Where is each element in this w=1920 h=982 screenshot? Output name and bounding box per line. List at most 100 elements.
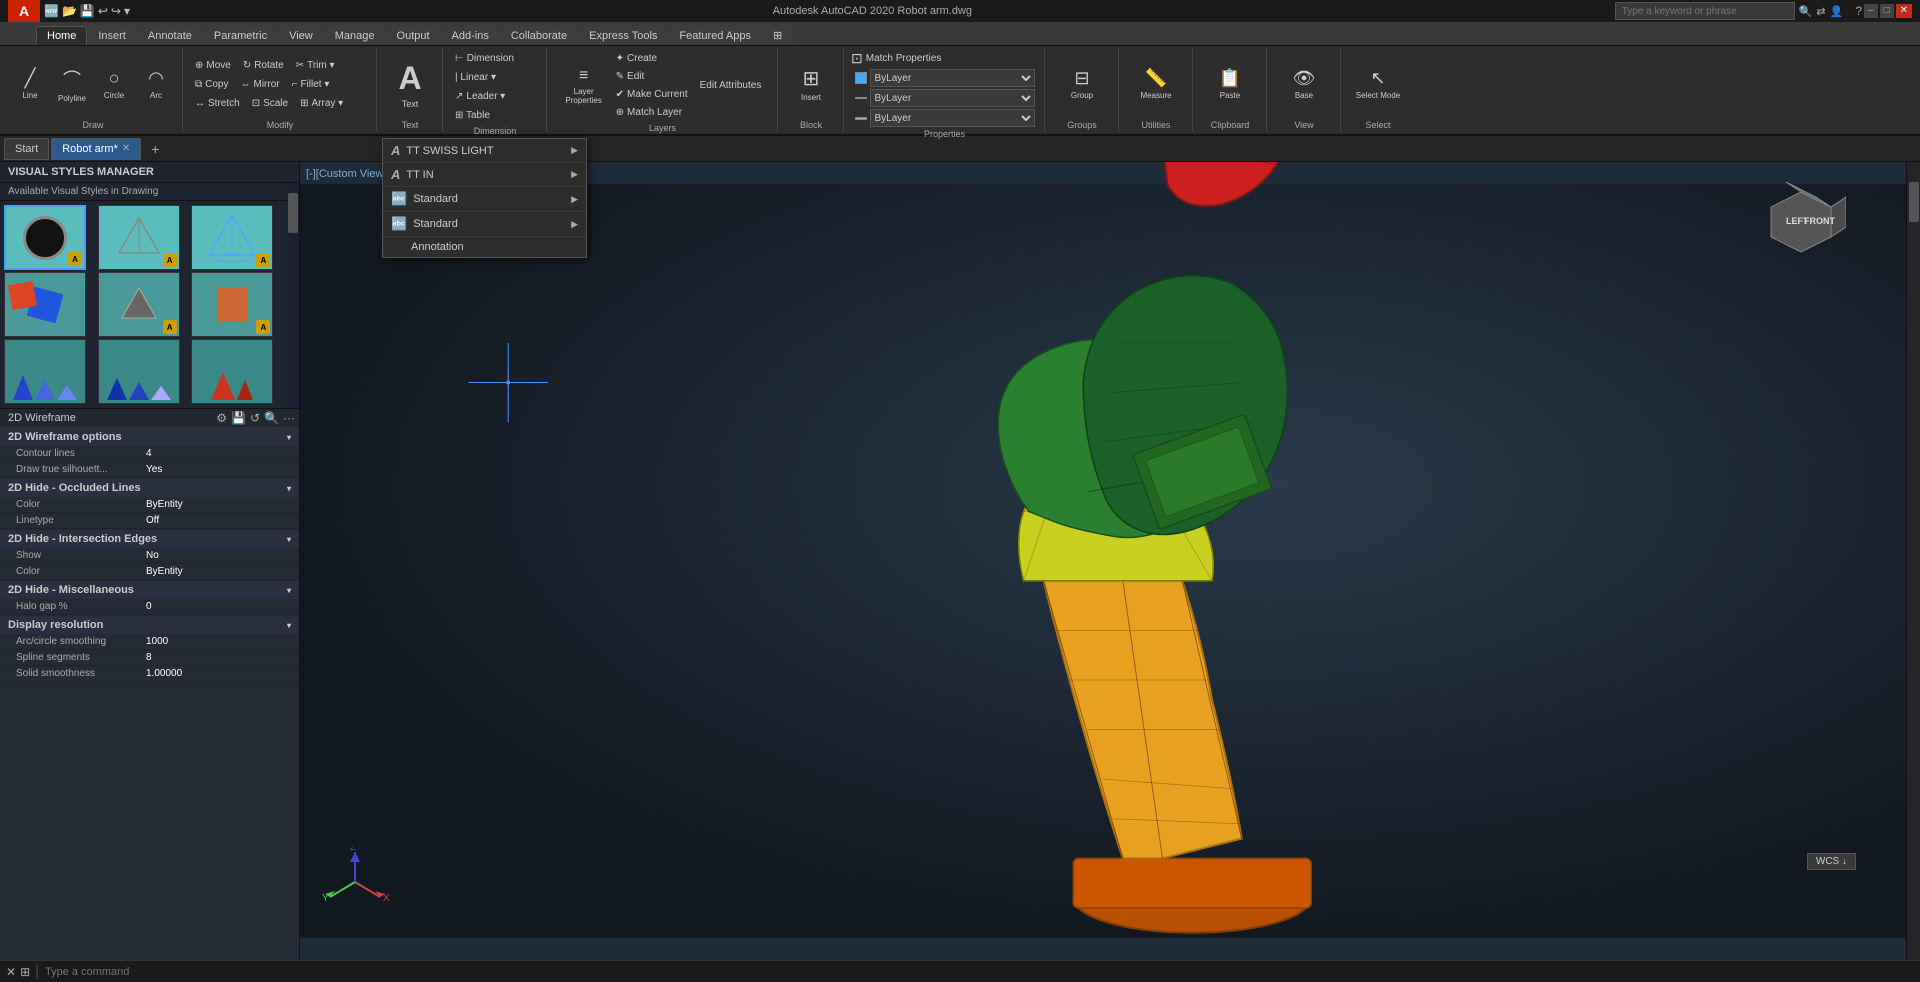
layer-properties-button[interactable]: ≡ Layer Properties [559, 56, 609, 116]
layers-make-current-button[interactable]: ✔ Make Current [611, 86, 693, 103]
edit-attrs-button[interactable]: Edit Attributes [695, 77, 767, 94]
modify-mirror-button[interactable]: ⇔ Mirror [236, 76, 285, 93]
modify-scale-button[interactable]: ⊡ Scale [247, 95, 293, 112]
search-input[interactable] [1615, 2, 1795, 20]
style-item-8[interactable] [98, 339, 180, 404]
tab-manage[interactable]: Manage [324, 26, 386, 45]
tab-collaborate[interactable]: Collaborate [500, 26, 578, 45]
prop-intersection-show: Show No [0, 548, 299, 564]
tab-addins[interactable]: Add-ins [441, 26, 500, 45]
navcube[interactable]: LEFT FRONT [1756, 182, 1846, 272]
style-item-7[interactable] [4, 339, 86, 404]
modify-trim-button[interactable]: ✂ Trim ▾ [291, 57, 340, 74]
font-item-standard-2[interactable]: 🔤 Standard ▶ [383, 212, 586, 237]
panel-settings-icon[interactable]: ⚙ [216, 411, 227, 425]
table-button[interactable]: ⊞ Table [450, 107, 540, 124]
panel-save-icon[interactable]: 💾 [231, 411, 246, 425]
maximize-button[interactable]: □ [1880, 4, 1894, 18]
undo-button[interactable]: ↩ [98, 4, 108, 18]
save-button[interactable]: 💾 [80, 4, 95, 18]
close-button[interactable]: ✕ [1896, 4, 1912, 18]
bylayer-select-2[interactable]: ByLayer [870, 89, 1035, 107]
modify-fillet-button[interactable]: ⌐ Fillet ▾ [287, 76, 335, 93]
panel-dots-icon[interactable]: ··· [283, 411, 295, 425]
select-mode-button[interactable]: ↖ Select Mode [1348, 52, 1408, 116]
modify-array-button[interactable]: ⊞ Array ▾ [295, 95, 348, 112]
app-button[interactable]: A [8, 0, 40, 22]
tab-close-button[interactable]: ✕ [122, 143, 130, 154]
draw-polyline-button[interactable]: ⌒ Polyline [52, 54, 92, 114]
tab-home[interactable]: Home [36, 26, 87, 45]
modify-stretch-button[interactable]: ↔ Stretch [190, 95, 245, 112]
style-item-3[interactable]: A [191, 205, 273, 270]
viewport[interactable]: [-][Custom View] [300, 162, 1906, 960]
style-item-5[interactable]: A [98, 272, 180, 337]
font-item-tt-swiss[interactable]: A TT SWISS LIGHT ▶ [383, 139, 586, 163]
wcs-label[interactable]: WCS ↓ [1807, 853, 1856, 870]
cmdline-expand-icon[interactable]: ⊞ [20, 965, 30, 979]
tab-featured[interactable]: Featured Apps [668, 26, 762, 45]
style-item-1[interactable]: A [4, 205, 86, 270]
section-display-header[interactable]: Display resolution ▾ [0, 616, 299, 634]
style-item-2[interactable]: A [98, 205, 180, 270]
section-occluded-header[interactable]: 2D Hide - Occluded Lines ▾ [0, 479, 299, 497]
font-item-standard-1[interactable]: 🔤 Standard ▶ [383, 187, 586, 212]
help-button[interactable]: ? [1855, 4, 1862, 18]
panel-search-icon[interactable]: 🔍 [264, 411, 279, 425]
search-icon[interactable]: 🔍 [1799, 5, 1813, 18]
tab-express[interactable]: Express Tools [578, 26, 668, 45]
dimension-button[interactable]: ⊢ Dimension [450, 50, 540, 67]
group-button[interactable]: ⊟ Group [1052, 52, 1112, 116]
layers-edit-button[interactable]: ✎ Edit [611, 68, 693, 85]
annotation-item[interactable]: Annotation [383, 237, 586, 257]
paste-button[interactable]: 📋 Paste [1200, 52, 1260, 116]
tab-output[interactable]: Output [386, 26, 441, 45]
modify-rotate-button[interactable]: ↻ Rotate [238, 57, 289, 74]
minimize-button[interactable]: – [1864, 4, 1878, 18]
layers-create-button[interactable]: ✦ Create [611, 50, 693, 67]
style-item-4[interactable] [4, 272, 86, 337]
user-icon[interactable]: 👤 [1830, 5, 1844, 18]
tab-annotate[interactable]: Annotate [137, 26, 203, 45]
tab-parametric[interactable]: Parametric [203, 26, 278, 45]
redo-button[interactable]: ↪ [111, 4, 121, 18]
exchange-icon[interactable]: ⇄ [1816, 5, 1825, 18]
section-wireframe-options-header[interactable]: 2D Wireframe options ▾ [0, 428, 299, 446]
new-button[interactable]: 🆕 [44, 4, 59, 18]
font-item-tt-in[interactable]: A TT IN ▶ [383, 163, 586, 187]
leader-button[interactable]: ↗ Leader ▾ [450, 88, 540, 105]
tab-view[interactable]: View [278, 26, 324, 45]
insert-button[interactable]: ⊞ Insert [785, 52, 837, 116]
scroll-thumb[interactable] [1909, 182, 1919, 222]
section-misc-header[interactable]: 2D Hide - Miscellaneous ▾ [0, 581, 299, 599]
style-item-6[interactable]: A [191, 272, 273, 337]
modify-copy-button[interactable]: ⧉ Copy [190, 76, 234, 93]
text-button[interactable]: A Text [384, 52, 436, 116]
styles-scrollbar[interactable] [287, 183, 299, 408]
draw-arc-button[interactable]: ◠ Arc [136, 54, 176, 114]
linear-button[interactable]: | Linear ▾ [450, 69, 540, 86]
draw-circle-button[interactable]: ○ Circle [94, 54, 134, 114]
view-label[interactable]: [-][Custom View] [306, 168, 387, 180]
cmdline-close-icon[interactable]: ✕ [6, 965, 16, 979]
style-item-9[interactable] [191, 339, 273, 404]
font-dropdown[interactable]: A TT SWISS LIGHT ▶ A TT IN ▶ 🔤 Standard … [382, 138, 587, 258]
add-tab-button[interactable]: + [143, 139, 167, 159]
open-button[interactable]: 📂 [62, 4, 77, 18]
modify-move-button[interactable]: ⊕ Move [190, 57, 236, 74]
bylayer-select-3[interactable]: ByLayer [870, 109, 1035, 127]
measure-button[interactable]: 📏 Measure [1126, 52, 1186, 116]
tab-insert[interactable]: Insert [87, 26, 137, 45]
tab-robot-arm[interactable]: Robot arm* ✕ [51, 138, 141, 160]
customize-button[interactable]: ▾ [124, 4, 130, 18]
layers-match-button[interactable]: ⊕ Match Layer [611, 104, 693, 121]
bylayer-select-1[interactable]: ByLayer [870, 69, 1035, 87]
panel-refresh-icon[interactable]: ↺ [250, 411, 260, 425]
command-input[interactable] [45, 966, 1914, 978]
tab-extra[interactable]: ⊞ [762, 25, 793, 45]
tab-start[interactable]: Start [4, 138, 49, 160]
section-intersection-header[interactable]: 2D Hide - Intersection Edges ▾ [0, 530, 299, 548]
base-view-button[interactable]: 👁 Base [1274, 52, 1334, 116]
draw-line-button[interactable]: ╱ Line [10, 54, 50, 114]
right-scrollbar[interactable] [1906, 162, 1920, 960]
